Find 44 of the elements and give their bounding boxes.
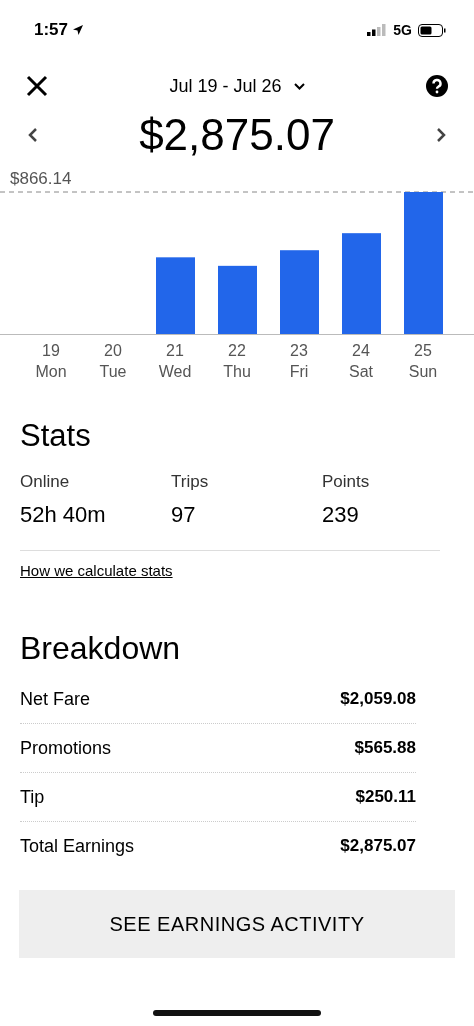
help-icon[interactable]: [426, 75, 448, 97]
bar[interactable]: [218, 265, 257, 334]
total-earnings: $2,875.07: [139, 110, 335, 160]
day-label: 21 Wed: [158, 341, 192, 382]
day-label: 23 Fri: [289, 341, 309, 382]
day-label: 25 Sun: [408, 341, 438, 382]
signal-icon: [367, 24, 388, 36]
location-arrow-icon: [72, 24, 85, 36]
axis-label: $866.14: [10, 169, 72, 188]
section-heading: Breakdown: [20, 630, 182, 667]
previous-icon[interactable]: [28, 127, 38, 143]
row-label: Promotions: [20, 737, 112, 759]
stat-value: 97: [171, 502, 197, 528]
close-icon[interactable]: [26, 75, 48, 97]
day-label: 24 Sat: [349, 341, 373, 382]
stat-value: 52h 40m: [20, 502, 107, 528]
bar[interactable]: [156, 257, 195, 334]
day-label: 20 Tue: [99, 341, 127, 382]
row-label: Tip: [20, 786, 45, 808]
stats-link[interactable]: How we calculate stats: [20, 562, 173, 579]
section-heading: Stats: [20, 418, 92, 454]
caret-icon[interactable]: [293, 82, 305, 90]
stat-label: Points: [322, 472, 371, 492]
next-icon[interactable]: [436, 127, 446, 143]
home-indicator[interactable]: [153, 1010, 321, 1016]
bar[interactable]: [280, 250, 319, 334]
day-label: 19 Mon: [35, 341, 67, 382]
row-amount: $2,875.07: [340, 836, 416, 856]
row-label: Total Earnings: [20, 835, 135, 857]
stat-value: 239: [322, 502, 360, 528]
status-time: 1:57: [34, 20, 69, 40]
row-amount: $250.11: [355, 787, 416, 807]
day-label: 22 Thu: [223, 341, 251, 382]
row-label: Net Fare: [20, 688, 91, 710]
network-label: 5G: [393, 22, 412, 38]
row-amount: $2,059.08: [340, 689, 416, 709]
row-amount: $565.88: [354, 738, 416, 758]
battery-icon: [418, 23, 446, 37]
earnings-activity-button[interactable]: SEE EARNINGS ACTIVITY: [19, 890, 455, 958]
bar[interactable]: [342, 233, 381, 334]
date-range[interactable]: Jul 19 - Jul 26: [169, 75, 282, 97]
stat-label: Online: [20, 472, 71, 492]
stat-label: Trips: [171, 472, 210, 492]
bar[interactable]: [404, 192, 443, 334]
